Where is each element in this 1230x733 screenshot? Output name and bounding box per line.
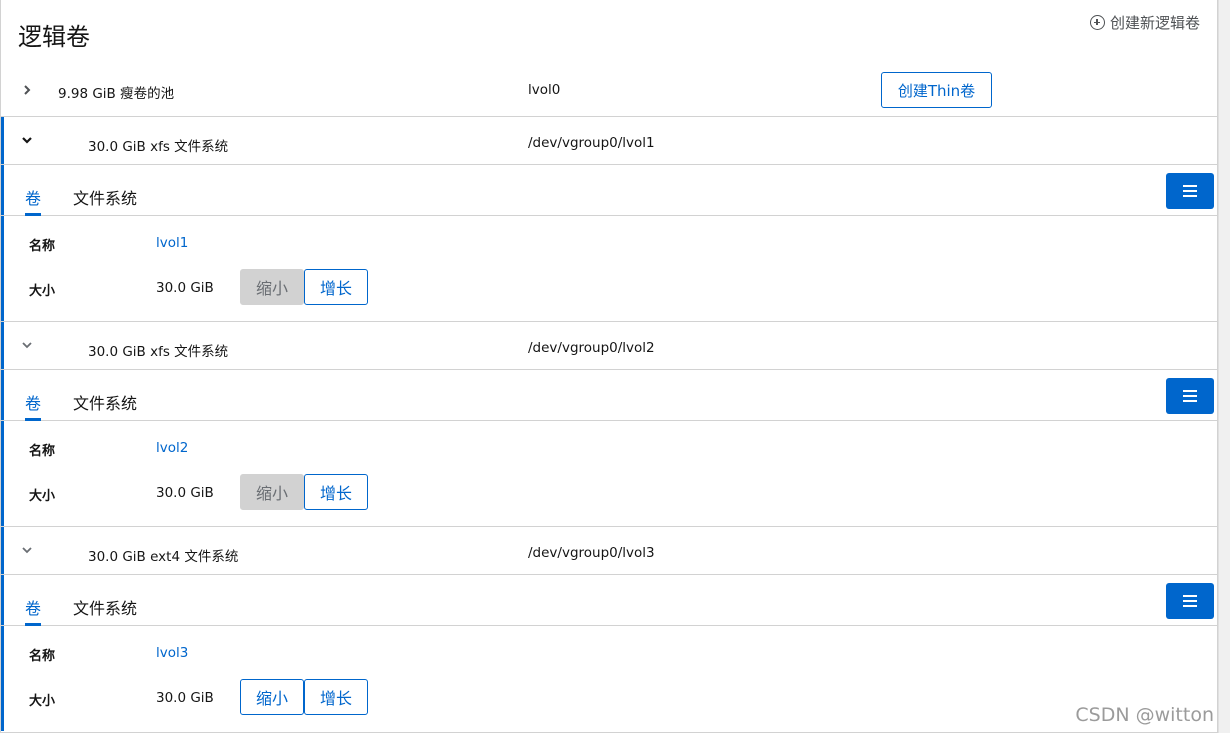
name-label: 名称 bbox=[29, 649, 56, 664]
hamburger-menu-icon bbox=[1183, 390, 1197, 392]
volume-description: 30.0 GiB ext4 文件系统 bbox=[88, 549, 239, 565]
chevron-down-icon[interactable] bbox=[21, 339, 33, 351]
volume-size: 30.0 GiB bbox=[156, 280, 214, 296]
tab-volume[interactable]: 卷 bbox=[25, 390, 42, 421]
shrink-button[interactable]: 缩小 bbox=[240, 269, 304, 305]
chevron-down-icon[interactable] bbox=[21, 544, 33, 556]
tab-filesystem[interactable]: 文件系统 bbox=[73, 185, 137, 209]
shrink-button[interactable]: 缩小 bbox=[240, 474, 304, 510]
grow-button[interactable]: 增长 bbox=[304, 679, 368, 715]
size-label: 大小 bbox=[29, 489, 56, 504]
volume-tabs: 卷 文件系统 bbox=[1, 164, 1219, 216]
grow-button[interactable]: 增长 bbox=[304, 474, 368, 510]
page-title: 逻辑卷 bbox=[18, 23, 90, 51]
create-thin-volume-button[interactable]: 创建Thin卷 bbox=[881, 72, 992, 108]
plus-circle-icon bbox=[1089, 15, 1105, 30]
volume-description: 30.0 GiB xfs 文件系统 bbox=[88, 344, 229, 360]
tab-filesystem[interactable]: 文件系统 bbox=[73, 595, 137, 619]
volume-size: 30.0 GiB bbox=[156, 485, 214, 501]
volume-header[interactable]: 30.0 GiB ext4 文件系统 /dev/vgroup0/lvol3 bbox=[1, 527, 1219, 574]
volume-details: 名称 lvol3 大小 30.0 GiB 缩小 增长 bbox=[1, 626, 1219, 731]
thin-pool-row[interactable]: 9.98 GiB 瘦卷的池 lvol0 创建Thin卷 bbox=[1, 64, 1219, 116]
name-label: 名称 bbox=[29, 444, 56, 459]
volume-details: 名称 lvol1 大小 30.0 GiB 缩小 增长 bbox=[1, 216, 1219, 321]
volume-tabs: 卷 文件系统 bbox=[1, 369, 1219, 421]
volume-device-path: /dev/vgroup0/lvol2 bbox=[528, 340, 655, 356]
hamburger-menu-icon bbox=[1183, 595, 1197, 597]
tab-filesystem[interactable]: 文件系统 bbox=[73, 390, 137, 414]
volume-header[interactable]: 30.0 GiB xfs 文件系统 /dev/vgroup0/lvol1 bbox=[1, 117, 1219, 164]
volume-tabs: 卷 文件系统 bbox=[1, 574, 1219, 626]
pool-description: 9.98 GiB 瘦卷的池 bbox=[58, 86, 175, 102]
logical-volume-lvol2: 30.0 GiB xfs 文件系统 /dev/vgroup0/lvol2 卷 文… bbox=[1, 321, 1219, 526]
volume-name-link[interactable]: lvol2 bbox=[156, 440, 188, 456]
tab-volume[interactable]: 卷 bbox=[25, 595, 42, 626]
volume-actions-menu-button[interactable] bbox=[1166, 378, 1214, 414]
name-label: 名称 bbox=[29, 239, 56, 254]
volume-actions-menu-button[interactable] bbox=[1166, 173, 1214, 209]
create-logical-volume-label: 创建新逻辑卷 bbox=[1109, 14, 1200, 32]
logical-volume-lvol1: 30.0 GiB xfs 文件系统 /dev/vgroup0/lvol1 卷 文… bbox=[1, 116, 1219, 321]
volume-header[interactable]: 30.0 GiB xfs 文件系统 /dev/vgroup0/lvol2 bbox=[1, 322, 1219, 369]
shrink-button[interactable]: 缩小 bbox=[240, 679, 304, 715]
chevron-down-icon[interactable] bbox=[21, 134, 33, 146]
hamburger-menu-icon bbox=[1183, 185, 1197, 187]
logical-volumes-panel: 逻辑卷 创建新逻辑卷 9.98 GiB 瘦卷的池 lvol0 创建Thin卷 3… bbox=[0, 0, 1219, 733]
pool-name: lvol0 bbox=[528, 82, 561, 98]
chevron-right-icon[interactable] bbox=[21, 84, 33, 96]
volume-device-path: /dev/vgroup0/lvol3 bbox=[528, 545, 655, 561]
volume-actions-menu-button[interactable] bbox=[1166, 583, 1214, 619]
volume-size: 30.0 GiB bbox=[156, 690, 214, 706]
size-label: 大小 bbox=[29, 284, 56, 299]
volume-name-link[interactable]: lvol3 bbox=[156, 645, 188, 661]
tab-volume[interactable]: 卷 bbox=[25, 185, 42, 216]
volume-device-path: /dev/vgroup0/lvol1 bbox=[528, 135, 655, 151]
scrollbar-track[interactable] bbox=[1218, 0, 1230, 733]
grow-button[interactable]: 增长 bbox=[304, 269, 368, 305]
volume-name-link[interactable]: lvol1 bbox=[156, 235, 188, 251]
volume-details: 名称 lvol2 大小 30.0 GiB 缩小 增长 bbox=[1, 421, 1219, 526]
logical-volume-lvol3: 30.0 GiB ext4 文件系统 /dev/vgroup0/lvol3 卷 … bbox=[1, 526, 1219, 731]
size-label: 大小 bbox=[29, 694, 56, 709]
create-logical-volume-button[interactable]: 创建新逻辑卷 bbox=[1089, 12, 1200, 33]
watermark: CSDN @witton bbox=[1075, 704, 1214, 726]
volume-description: 30.0 GiB xfs 文件系统 bbox=[88, 139, 229, 155]
